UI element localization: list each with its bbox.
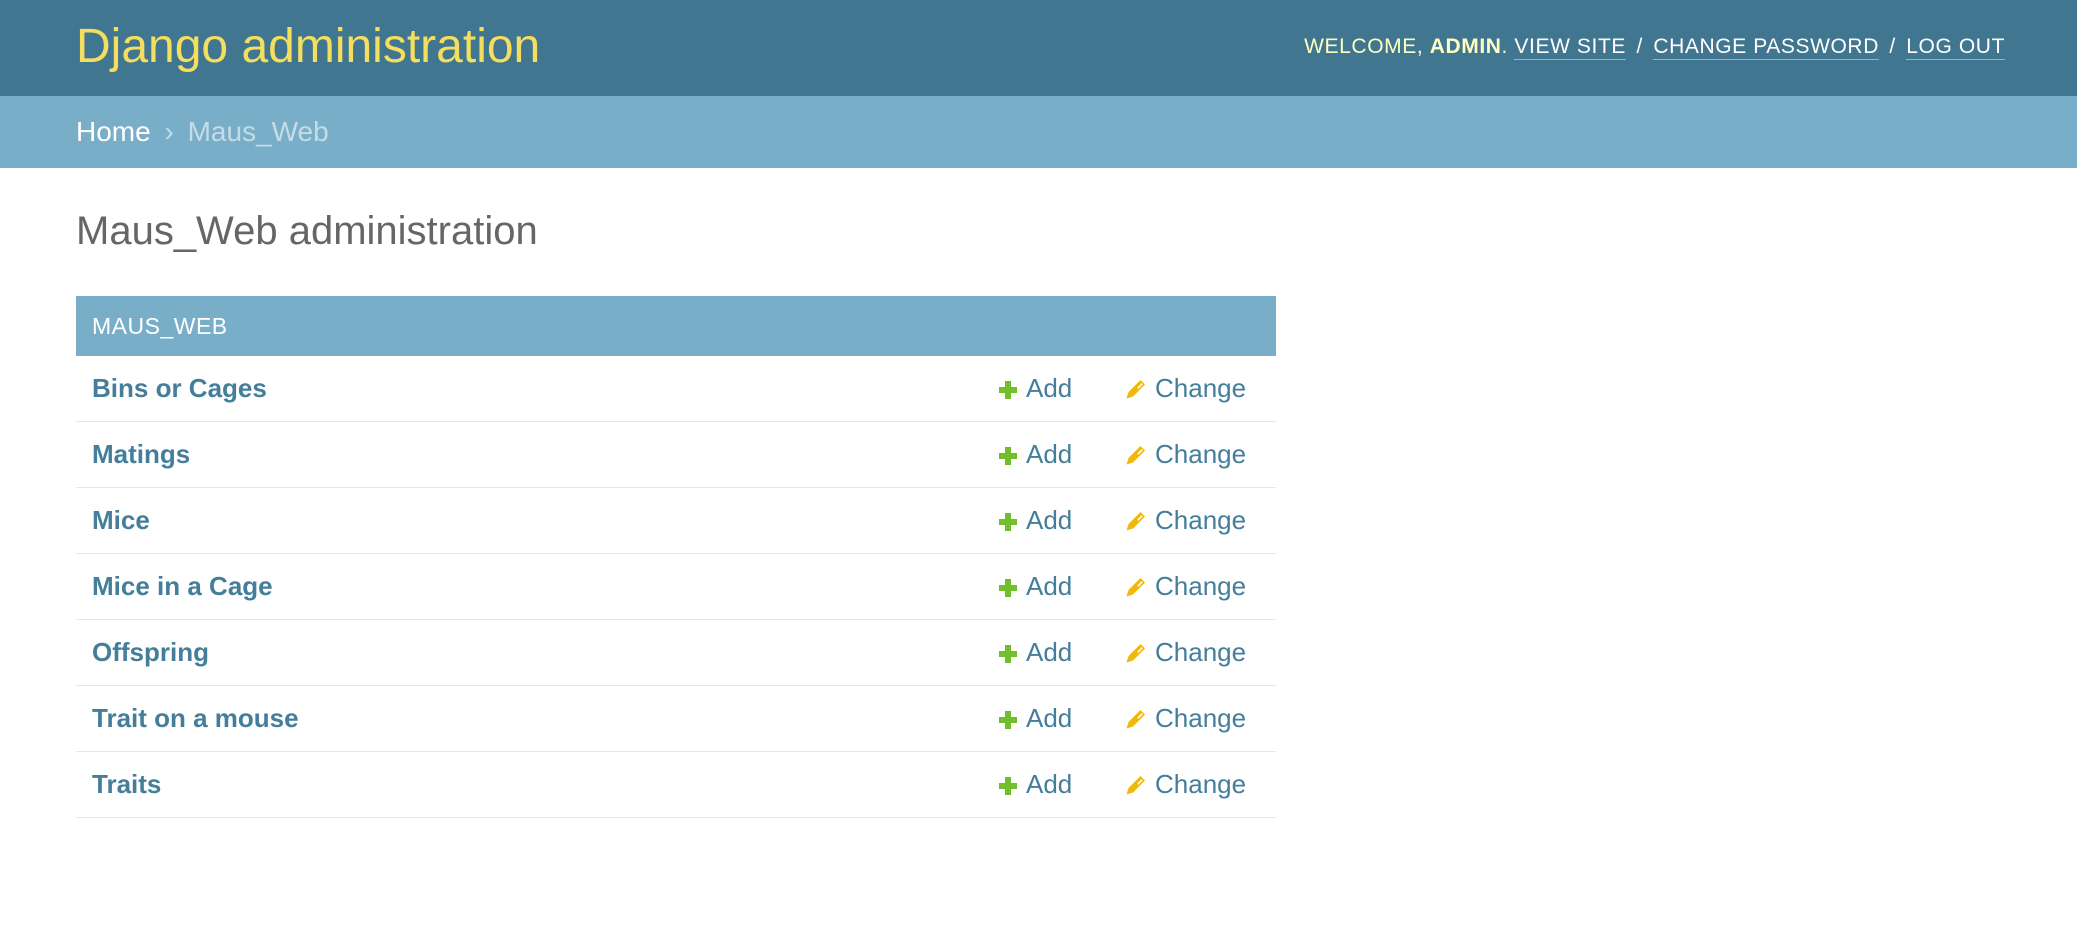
add-mice-button[interactable]: Add: [998, 488, 1072, 555]
add-matings-button[interactable]: Add: [998, 422, 1072, 489]
user-tools-separator: /: [1889, 35, 1896, 58]
pencil-icon: [1125, 491, 1147, 555]
change-traits-button[interactable]: Change: [1125, 752, 1246, 819]
pencil-icon: [1125, 425, 1147, 489]
change-matings-button[interactable]: Change: [1125, 422, 1246, 489]
change-mice-in-a-cage-button[interactable]: Change: [1125, 554, 1246, 621]
change-trait-on-a-mouse-button[interactable]: Change: [1125, 686, 1246, 753]
user-tools-separator: /: [1636, 35, 1643, 58]
model-row-offspring: Offspring Add Change: [76, 620, 1276, 686]
header: Django administration Welcome, admin. Vi…: [0, 0, 2077, 96]
plus-icon: [998, 623, 1018, 687]
add-mice-in-a-cage-button[interactable]: Add: [998, 554, 1072, 621]
view-site-link[interactable]: View site: [1514, 35, 1627, 60]
change-label: Change: [1155, 637, 1247, 667]
model-link-mice-in-a-cage[interactable]: Mice in a Cage: [92, 554, 273, 618]
username: admin: [1429, 35, 1502, 58]
change-label: Change: [1155, 769, 1247, 799]
model-link-bins-or-cages[interactable]: Bins or Cages: [92, 356, 267, 420]
app-module-maus-web: Maus_Web Bins or Cages Add Change Matings Ad…: [76, 296, 1276, 818]
model-list: Bins or Cages Add Change Matings Add Change Mi…: [76, 356, 1276, 818]
add-label: Add: [1026, 373, 1073, 403]
welcome-text: Welcome,: [1304, 35, 1424, 58]
plus-icon: [998, 557, 1018, 621]
add-label: Add: [1026, 571, 1073, 601]
page-title: Maus_Web administration: [76, 209, 538, 253]
log-out-link[interactable]: Log out: [1906, 35, 2005, 60]
pencil-icon: [1125, 755, 1147, 819]
add-label: Add: [1026, 703, 1073, 733]
model-link-matings[interactable]: Matings: [92, 422, 190, 486]
model-row-matings: Matings Add Change: [76, 422, 1276, 488]
pencil-icon: [1125, 557, 1147, 621]
change-label: Change: [1155, 505, 1247, 535]
change-label: Change: [1155, 439, 1247, 469]
add-bins-or-cages-button[interactable]: Add: [998, 356, 1072, 423]
plus-icon: [998, 359, 1018, 423]
pencil-icon: [1125, 359, 1147, 423]
change-label: Change: [1155, 571, 1247, 601]
add-label: Add: [1026, 505, 1073, 535]
add-label: Add: [1026, 439, 1073, 469]
module-caption-link[interactable]: Maus_Web: [76, 296, 1276, 356]
add-offspring-button[interactable]: Add: [998, 620, 1072, 687]
change-label: Change: [1155, 373, 1247, 403]
breadcrumb-home-link[interactable]: Home: [76, 116, 151, 147]
model-link-trait-on-a-mouse[interactable]: Trait on a mouse: [92, 686, 299, 750]
model-row-traits: Traits Add Change: [76, 752, 1276, 818]
plus-icon: [998, 425, 1018, 489]
model-row-mice: Mice Add Change: [76, 488, 1276, 554]
model-row-mice-in-a-cage: Mice in a Cage Add Change: [76, 554, 1276, 620]
model-link-mice[interactable]: Mice: [92, 488, 150, 552]
pencil-icon: [1125, 689, 1147, 753]
plus-icon: [998, 689, 1018, 753]
change-label: Change: [1155, 703, 1247, 733]
user-tools: Welcome, admin. View site / Change passw…: [1304, 32, 2005, 62]
change-mice-button[interactable]: Change: [1125, 488, 1246, 555]
breadcrumb-separator: ›: [164, 116, 174, 147]
change-password-link[interactable]: Change password: [1653, 35, 1879, 60]
breadcrumb: Home › Maus_Web: [0, 96, 2077, 168]
plus-icon: [998, 755, 1018, 819]
model-row-trait-on-a-mouse: Trait on a mouse Add Change: [76, 686, 1276, 752]
model-row-bins-or-cages: Bins or Cages Add Change: [76, 356, 1276, 422]
plus-icon: [998, 491, 1018, 555]
breadcrumb-current: Maus_Web: [187, 116, 329, 147]
pencil-icon: [1125, 623, 1147, 687]
site-branding[interactable]: Django administration: [76, 20, 540, 74]
change-bins-or-cages-button[interactable]: Change: [1125, 356, 1246, 423]
add-trait-on-a-mouse-button[interactable]: Add: [998, 686, 1072, 753]
add-label: Add: [1026, 637, 1073, 667]
change-offspring-button[interactable]: Change: [1125, 620, 1246, 687]
model-link-offspring[interactable]: Offspring: [92, 620, 209, 684]
add-traits-button[interactable]: Add: [998, 752, 1072, 819]
model-link-traits[interactable]: Traits: [92, 752, 161, 816]
add-label: Add: [1026, 769, 1073, 799]
welcome-punctuation: .: [1501, 35, 1508, 58]
